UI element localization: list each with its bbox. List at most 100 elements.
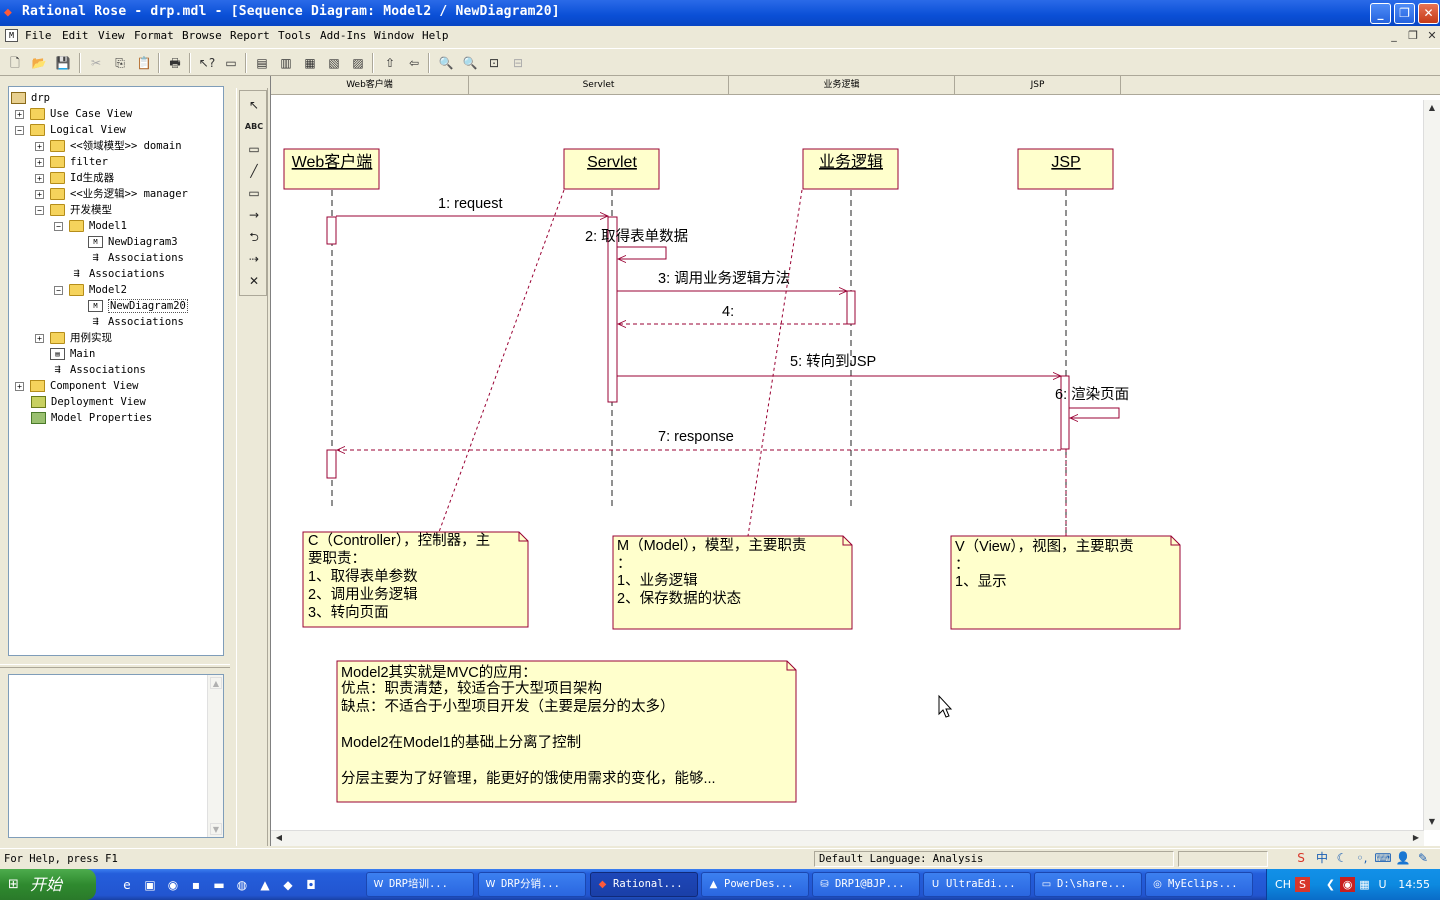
- tree-node-filter[interactable]: + filter: [35, 154, 108, 170]
- taskbar-item[interactable]: U UltraEdi...: [923, 872, 1031, 897]
- ime-tools-icon[interactable]: ✎: [1414, 849, 1432, 867]
- mdi-minimize-icon[interactable]: _: [1387, 29, 1401, 42]
- browse-parent-icon[interactable]: ⇧: [380, 53, 400, 73]
- undo-fit-icon[interactable]: ⊟: [508, 53, 528, 73]
- expand-icon[interactable]: +: [15, 109, 24, 119]
- tree-node-model1[interactable]: − Model1: [54, 218, 127, 234]
- return-message-tool-icon[interactable]: ⇢: [240, 249, 268, 269]
- open-icon[interactable]: 📂: [29, 53, 49, 73]
- tree-node-model2[interactable]: − Model2: [54, 282, 127, 298]
- ime-user-icon[interactable]: 👤: [1394, 849, 1412, 867]
- menu-browse[interactable]: Browse: [182, 29, 222, 42]
- tree-node-associations[interactable]: ⇶ Associations: [88, 314, 183, 330]
- tree-node-newdiagram20[interactable]: M NewDiagram20: [88, 298, 188, 314]
- menu-report[interactable]: Report: [230, 29, 270, 42]
- menu-format[interactable]: Format: [134, 29, 174, 42]
- tree-node-deployment-view[interactable]: Deployment View: [31, 394, 146, 410]
- diagram-horizontal-scrollbar[interactable]: ◀ ▶: [271, 830, 1424, 846]
- tree-node-main[interactable]: ▤ Main: [50, 346, 95, 362]
- menu-tools[interactable]: Tools: [278, 29, 311, 42]
- taskbar-item[interactable]: ▭ D:\share...: [1034, 872, 1142, 897]
- tray-arrow-icon[interactable]: ❮: [1323, 877, 1338, 892]
- paste-icon[interactable]: 📋: [134, 53, 154, 73]
- diagram-vertical-scrollbar[interactable]: ▲ ▼: [1423, 100, 1440, 830]
- expand-icon[interactable]: +: [35, 157, 44, 167]
- antivirus-icon[interactable]: ◉: [1340, 877, 1355, 892]
- ie-icon[interactable]: e: [118, 876, 136, 894]
- quicklaunch-icon[interactable]: ◘: [302, 876, 320, 894]
- quicklaunch-icon[interactable]: ◍: [233, 876, 251, 894]
- copy-icon[interactable]: ⎘: [110, 53, 130, 73]
- expand-icon[interactable]: +: [35, 173, 44, 183]
- collapse-icon[interactable]: −: [54, 285, 63, 295]
- scroll-right-icon[interactable]: ▶: [1409, 831, 1423, 845]
- pane-splitter[interactable]: [0, 664, 230, 668]
- taskbar-item[interactable]: W DRP培训...: [366, 872, 474, 897]
- expand-icon[interactable]: +: [35, 141, 44, 151]
- destruction-marker-tool-icon[interactable]: ✕: [240, 271, 268, 291]
- ultraedit-tray-icon[interactable]: U: [1375, 877, 1390, 892]
- scroll-up-icon[interactable]: ▲: [210, 677, 222, 689]
- message-get-form-data[interactable]: [617, 246, 667, 259]
- tree-node-manager[interactable]: + <<业务逻辑>> manager: [35, 186, 188, 202]
- start-button[interactable]: ⊞ 开始: [0, 869, 96, 900]
- quicklaunch-icon[interactable]: ◉: [164, 876, 182, 894]
- expand-icon[interactable]: +: [35, 189, 44, 199]
- menu-add-ins[interactable]: Add-Ins: [320, 29, 366, 42]
- rose-icon[interactable]: ◆: [279, 876, 297, 894]
- minimize-button[interactable]: _: [1370, 3, 1391, 24]
- collapse-icon[interactable]: −: [35, 205, 44, 215]
- tree-node-newdiagram3[interactable]: M NewDiagram3: [88, 234, 178, 250]
- diagram-canvas[interactable]: Web客户端 Servlet 业务逻辑 JSP 1: request 2: 取得…: [271, 95, 1421, 825]
- new-icon[interactable]: 🗋: [5, 53, 25, 73]
- anchor-note-tool-icon[interactable]: ╱: [240, 161, 268, 181]
- menu-edit[interactable]: Edit: [62, 29, 89, 42]
- zoom-in-icon[interactable]: 🔍: [436, 53, 456, 73]
- tree-node-dev-model[interactable]: − 开发模型: [35, 202, 112, 218]
- text-box-tool-icon[interactable]: ABC: [240, 117, 268, 137]
- ime-punctuation-icon[interactable]: ◦,: [1353, 849, 1371, 867]
- doc-scrollbar[interactable]: ▲ ▼: [207, 675, 223, 837]
- menu-help[interactable]: Help: [422, 29, 449, 42]
- close-button[interactable]: ✕: [1418, 3, 1439, 24]
- browse-class-diagram-icon[interactable]: ▤: [252, 53, 272, 73]
- tree-node-drp[interactable]: drp: [11, 90, 50, 106]
- mdi-close-icon[interactable]: ✕: [1425, 29, 1439, 42]
- tree-node-use-case-view[interactable]: + Use Case View: [15, 106, 132, 122]
- menu-file[interactable]: File: [25, 29, 52, 42]
- scroll-left-icon[interactable]: ◀: [272, 831, 286, 845]
- scroll-down-icon[interactable]: ▼: [210, 823, 222, 835]
- ime-moon-icon[interactable]: ☾: [1333, 849, 1351, 867]
- tree-node-logical-view[interactable]: − Logical View: [15, 122, 126, 138]
- fit-in-window-icon[interactable]: ⊡: [484, 53, 504, 73]
- collapse-icon[interactable]: −: [54, 221, 63, 231]
- selection-tool-icon[interactable]: ↖: [240, 95, 268, 115]
- browse-component-diagram-icon[interactable]: ▦: [300, 53, 320, 73]
- scroll-down-icon[interactable]: ▼: [1425, 815, 1439, 829]
- documentation-pane[interactable]: ▲ ▼: [8, 674, 224, 838]
- zoom-out-icon[interactable]: 🔍: [460, 53, 480, 73]
- browse-state-diagram-icon[interactable]: ▧: [324, 53, 344, 73]
- taskbar-item[interactable]: ⛁ DRP1@BJP...: [812, 872, 920, 897]
- menu-window[interactable]: Window: [374, 29, 414, 42]
- object-message-tool-icon[interactable]: →: [240, 205, 268, 225]
- expand-icon[interactable]: +: [35, 333, 44, 343]
- note-tool-icon[interactable]: ▭: [240, 139, 268, 159]
- network-icon[interactable]: ▦: [1357, 877, 1372, 892]
- sogou-ime-icon[interactable]: S: [1292, 849, 1310, 867]
- taskbar-item[interactable]: ◎ MyEclips...: [1145, 872, 1253, 897]
- taskbar-item-active[interactable]: ◆ Rational...: [590, 872, 698, 897]
- tree-node-associations[interactable]: ⇶ Associations: [88, 250, 183, 266]
- taskbar-item[interactable]: W DRP分销...: [478, 872, 586, 897]
- tree-node-domain[interactable]: + <<领域模型>> domain: [35, 138, 182, 154]
- browse-previous-icon[interactable]: ⇦: [404, 53, 424, 73]
- browse-interaction-diagram-icon[interactable]: ▥: [276, 53, 296, 73]
- message-to-self-tool-icon[interactable]: ⮌: [240, 227, 268, 247]
- taskbar-item[interactable]: ▲ PowerDes...: [701, 872, 809, 897]
- ime-keyboard-icon[interactable]: ⌨: [1374, 849, 1392, 867]
- ime-chinese-mode-icon[interactable]: 中: [1313, 849, 1331, 867]
- scroll-up-icon[interactable]: ▲: [1425, 101, 1439, 115]
- cmd-icon[interactable]: ▪: [187, 876, 205, 894]
- view-doc-icon[interactable]: ▭: [221, 53, 241, 73]
- quicklaunch-icon[interactable]: ▣: [141, 876, 159, 894]
